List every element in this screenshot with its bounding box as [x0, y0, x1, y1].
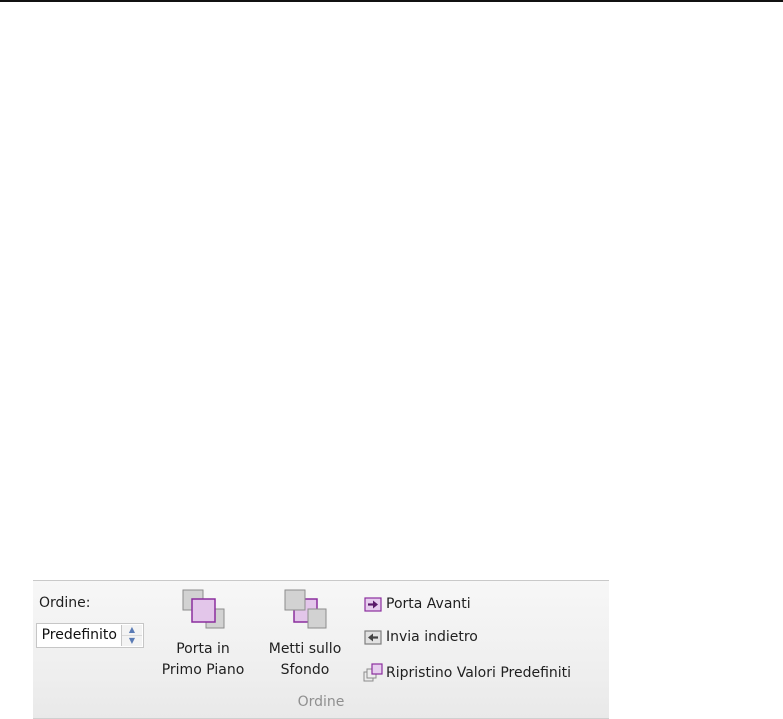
- order-spin-value: Predefinito: [41, 627, 117, 643]
- bring-to-front-label-2: Primo Piano: [161, 662, 245, 678]
- bring-forward-label: Porta Avanti: [386, 596, 471, 612]
- ribbon-group-label: Ordine: [297, 694, 345, 710]
- send-backward-icon: [364, 630, 382, 645]
- send-backward-button[interactable]: Invia indietro: [363, 626, 478, 648]
- spin-down-arrow-icon[interactable]: ▼: [122, 636, 142, 646]
- reset-default-order-button[interactable]: Ripristino Valori Predefiniti: [363, 662, 571, 684]
- send-to-back-label-2: Sfondo: [280, 662, 330, 678]
- send-to-back-button[interactable]: Metti sullo Sfondo: [263, 587, 347, 681]
- bring-to-front-button[interactable]: Porta in Primo Piano: [161, 587, 245, 681]
- top-border-line: [0, 0, 783, 2]
- bring-forward-button[interactable]: Porta Avanti: [363, 593, 471, 615]
- bring-to-front-icon: [182, 589, 225, 629]
- send-to-back-label-1: Metti sullo: [268, 641, 342, 657]
- spin-up-arrow-icon[interactable]: ▲: [122, 625, 142, 636]
- bring-to-front-label-1: Porta in: [176, 641, 230, 657]
- send-to-back-icon: [284, 589, 327, 629]
- order-spin-field[interactable]: Predefinito ▲ ▼: [36, 623, 144, 648]
- ribbon-order-group: Ordine: Predefinito ▲ ▼ Porta in Primo P…: [33, 580, 609, 719]
- order-label: Ordine:: [39, 595, 91, 611]
- bring-forward-icon: [364, 597, 382, 612]
- order-spinner: ▲ ▼: [121, 625, 142, 646]
- send-backward-label: Invia indietro: [386, 629, 478, 645]
- reset-default-order-label: Ripristino Valori Predefiniti: [386, 665, 572, 681]
- reset-order-icon: [363, 663, 383, 682]
